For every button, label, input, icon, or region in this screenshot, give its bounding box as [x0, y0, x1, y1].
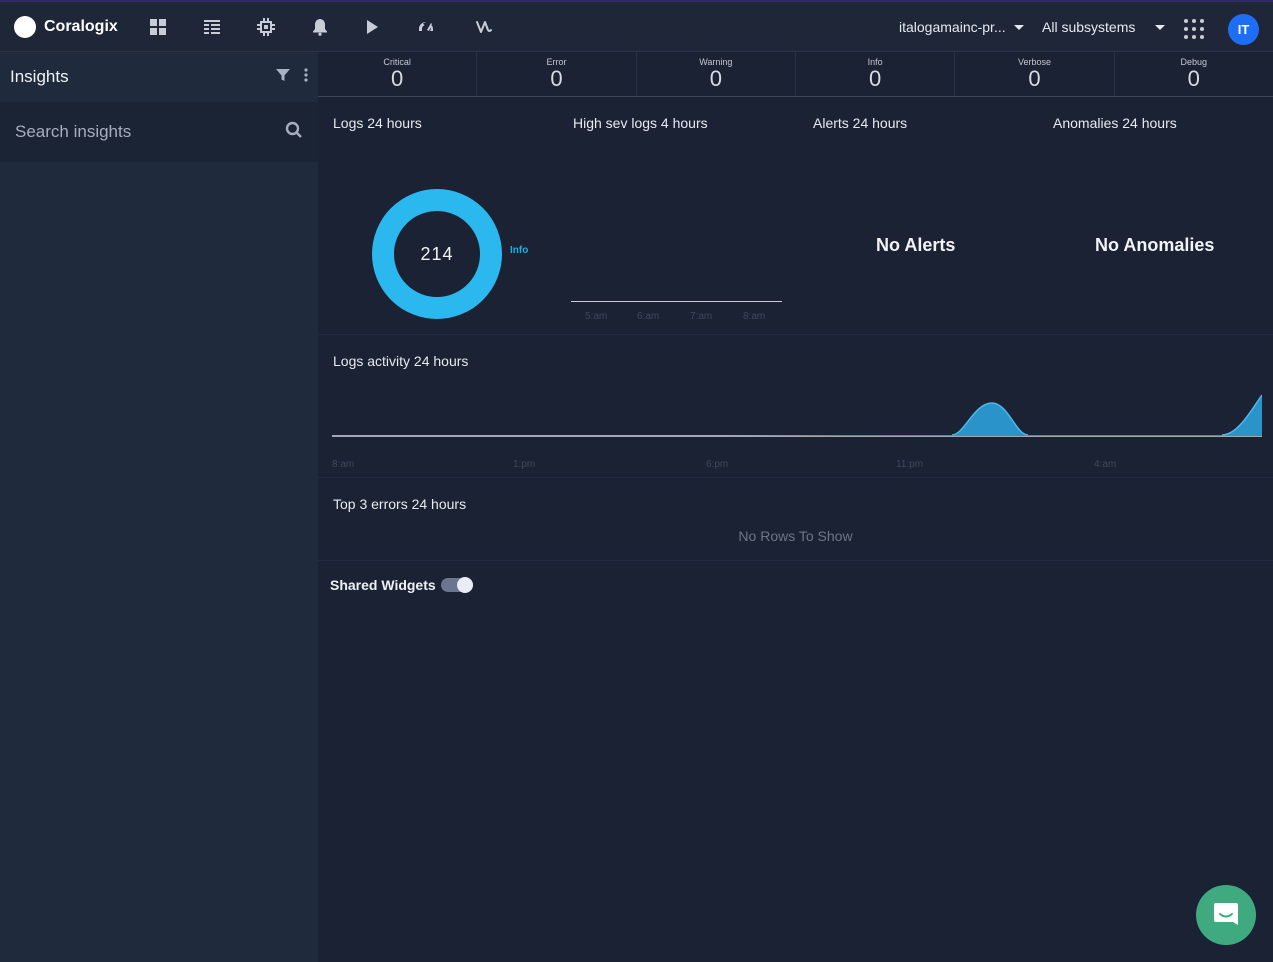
axis-tick: 4:am — [1094, 459, 1117, 470]
severity-warning[interactable]: Warning 0 — [637, 52, 796, 96]
severity-value: 0 — [1187, 66, 1200, 91]
filter-icon[interactable] — [276, 68, 290, 87]
shared-widgets-toggle[interactable] — [441, 577, 473, 593]
axis-tick: 6:am — [637, 311, 660, 322]
alerts-widget-title: Alerts 24 hours — [813, 115, 908, 131]
shared-widgets-row: Shared Widgets — [318, 561, 1273, 609]
top-errors-widget: Top 3 errors 24 hours No Rows To Show — [318, 478, 1273, 561]
shared-widgets-label: Shared Widgets — [330, 577, 436, 593]
sidebar-header: Insights — [0, 52, 318, 102]
high-sev-widget-title: High sev logs 4 hours — [573, 115, 708, 131]
axis-tick: 1:pm — [513, 459, 536, 470]
chat-icon — [1214, 903, 1238, 925]
brand-name: Coralogix — [44, 18, 118, 35]
main-content: Critical 0 Error 0 Warning 0 Info 0 Verb… — [318, 52, 1273, 962]
severity-value: 0 — [709, 66, 722, 91]
account-name: italogamainc-pr... — [899, 19, 1006, 35]
activity-area — [724, 395, 1262, 436]
logs-icon[interactable] — [202, 17, 222, 37]
subsystem-selector[interactable]: All subsystems — [1042, 19, 1166, 35]
activity-area-chart[interactable] — [332, 385, 1262, 440]
sidebar-title: Insights — [10, 67, 69, 86]
insights-sidebar: Insights — [0, 52, 318, 962]
no-anomalies-text: No Anomalies — [1095, 235, 1215, 255]
search-bar — [0, 102, 318, 162]
logs-activity-widget: Logs activity 24 hours 8:am 1:pm 6:pm 11… — [318, 335, 1273, 478]
coralogix-logo-icon — [14, 16, 36, 38]
chevron-down-icon — [1013, 24, 1024, 30]
logs-widget-title: Logs 24 hours — [333, 115, 422, 131]
toggle-knob — [457, 577, 473, 593]
severity-error[interactable]: Error 0 — [477, 52, 637, 96]
donut-legend-info[interactable]: Info — [510, 245, 528, 256]
more-options-icon[interactable] — [304, 67, 308, 87]
severity-value: 0 — [550, 66, 563, 91]
apps-grid-icon[interactable] — [1184, 19, 1204, 39]
chevron-down-icon — [1155, 24, 1166, 30]
flow-icon[interactable] — [474, 17, 494, 37]
alerts-bell-icon[interactable] — [310, 17, 330, 37]
axis-tick: 11:pm — [896, 459, 924, 470]
severity-critical[interactable]: Critical 0 — [318, 52, 478, 96]
dashboard-icon[interactable] — [148, 17, 168, 37]
severity-info[interactable]: Info 0 — [796, 52, 956, 96]
axis-tick: 5:am — [585, 311, 608, 322]
severity-counters: Critical 0 Error 0 Warning 0 Info 0 Verb… — [318, 52, 1273, 97]
errors-widget-title: Top 3 errors 24 hours — [333, 496, 467, 512]
severity-value: 0 — [869, 66, 882, 91]
logs-donut-chart[interactable]: 214 — [372, 189, 502, 319]
account-selector[interactable]: italogamainc-pr... — [899, 19, 1024, 35]
processor-icon[interactable] — [256, 17, 276, 37]
no-alerts-text: No Alerts — [876, 235, 956, 255]
axis-tick: 8:am — [743, 311, 766, 322]
search-icon[interactable] — [285, 121, 303, 144]
no-rows-text: No Rows To Show — [738, 528, 853, 544]
chat-support-button[interactable] — [1196, 885, 1256, 945]
axis-tick: 6:pm — [706, 459, 729, 470]
avatar[interactable]: IT — [1228, 14, 1259, 45]
anomalies-widget-title: Anomalies 24 hours — [1053, 115, 1177, 131]
severity-verbose[interactable]: Verbose 0 — [955, 52, 1115, 96]
gauge-icon[interactable] — [416, 17, 436, 37]
severity-value: 0 — [391, 66, 404, 91]
subsystem-name: All subsystems — [1042, 19, 1136, 35]
axis-tick: 7:am — [690, 311, 713, 322]
summary-widgets: Logs 24 hours 214 Info High sev logs 4 h… — [318, 97, 1273, 335]
play-icon[interactable] — [362, 17, 382, 37]
donut-total: 214 — [420, 243, 454, 264]
high-sev-axis — [571, 301, 782, 302]
axis-tick: 8:am — [332, 459, 355, 470]
search-input[interactable] — [15, 122, 285, 142]
severity-debug[interactable]: Debug 0 — [1115, 52, 1273, 96]
activity-widget-title: Logs activity 24 hours — [333, 353, 469, 369]
brand[interactable]: Coralogix — [14, 16, 118, 38]
severity-value: 0 — [1028, 66, 1041, 91]
top-navigation-bar: Coralogix italogamainc-pr... All subsyst… — [0, 0, 1273, 52]
